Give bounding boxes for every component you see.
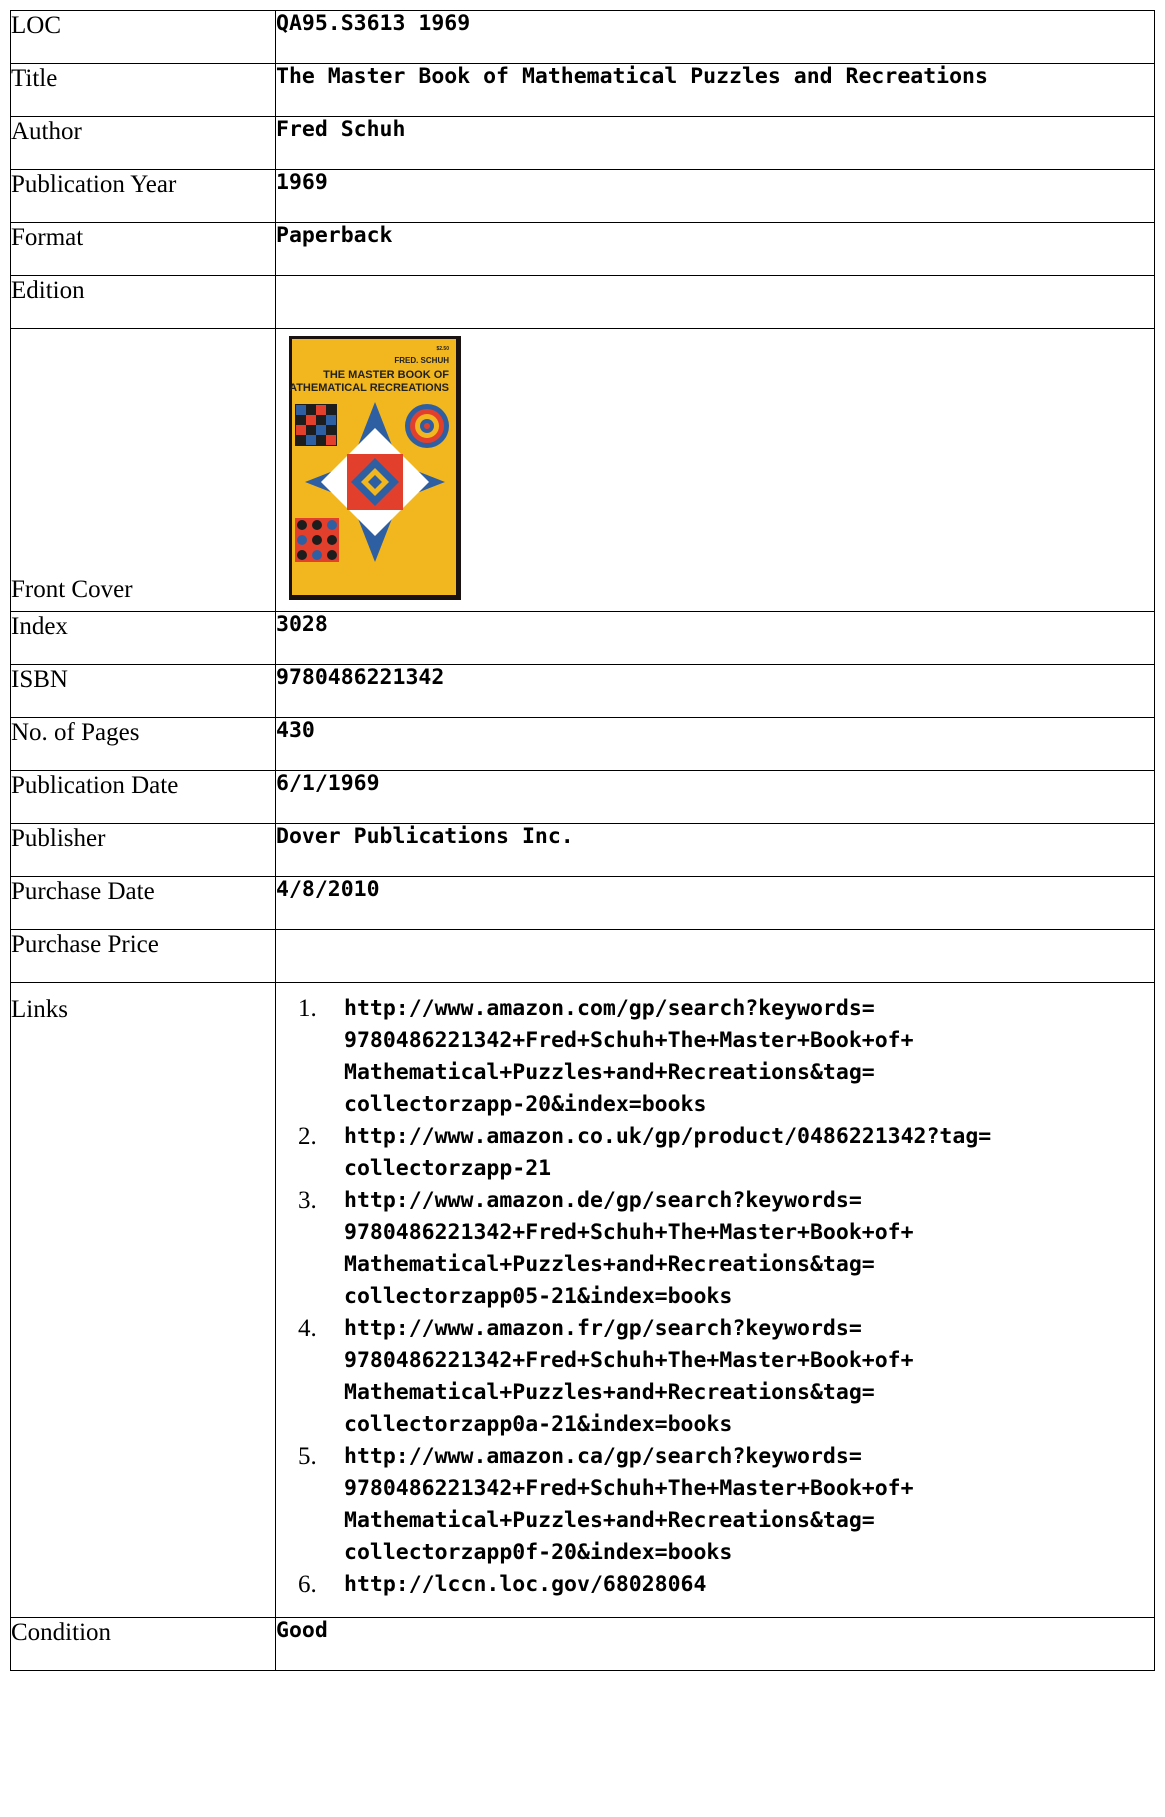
label-loc: LOC xyxy=(10,10,276,64)
link-item[interactable]: 4. http://www.amazon.fr/gp/search?keywor… xyxy=(276,1313,1154,1441)
link-text-line[interactable]: http://www.amazon.de/gp/search?keywords= xyxy=(344,1185,1154,1217)
value-title: The Master Book of Mathematical Puzzles … xyxy=(275,63,1155,117)
label-purchase-price: Purchase Price xyxy=(10,929,276,983)
value-purchase-date: 4/8/2010 xyxy=(275,876,1155,930)
label-links: Links xyxy=(10,982,276,1618)
row-isbn: ISBN 9780486221342 xyxy=(10,664,1155,718)
row-author: Author Fred Schuh xyxy=(10,116,1155,170)
link-text-line[interactable]: http://www.amazon.ca/gp/search?keywords= xyxy=(344,1441,1154,1473)
link-text-line[interactable]: http://www.amazon.com/gp/search?keywords… xyxy=(344,993,1154,1025)
value-format: Paperback xyxy=(275,222,1155,276)
row-purchase-date: Purchase Date 4/8/2010 xyxy=(10,876,1155,930)
label-publication-year: Publication Year xyxy=(10,169,276,223)
cover-title-line2: MATHEMATICAL RECREATIONS xyxy=(289,382,449,394)
front-cover-cell: $2.50 FRED. SCHUH THE MASTER BOOK OF MAT… xyxy=(275,328,1155,612)
label-author: Author xyxy=(10,116,276,170)
links-cell: 1. http://www.amazon.com/gp/search?keywo… xyxy=(275,982,1155,1618)
value-isbn: 9780486221342 xyxy=(275,664,1155,718)
book-record-table: LOC QA95.S3613 1969 Title The Master Boo… xyxy=(10,10,1155,1671)
link-text-line[interactable]: Mathematical+Puzzles+and+Recreations&tag… xyxy=(344,1057,1154,1089)
label-publication-date: Publication Date xyxy=(10,770,276,824)
links-list: 1. http://www.amazon.com/gp/search?keywo… xyxy=(276,993,1154,1601)
link-number: 2. xyxy=(298,1123,317,1150)
link-text-line[interactable]: collectorzapp05-21&index=books xyxy=(344,1281,1154,1313)
value-author: Fred Schuh xyxy=(275,116,1155,170)
value-publication-year: 1969 xyxy=(275,169,1155,223)
link-text-line[interactable]: 9780486221342+Fred+Schuh+The+Master+Book… xyxy=(344,1473,1154,1505)
link-text-line[interactable]: http://www.amazon.fr/gp/search?keywords= xyxy=(344,1313,1154,1345)
cover-grid-topleft xyxy=(295,404,337,446)
link-item[interactable]: 3. http://www.amazon.de/gp/search?keywor… xyxy=(276,1185,1154,1313)
row-purchase-price: Purchase Price xyxy=(10,929,1155,983)
link-number: 5. xyxy=(298,1443,317,1470)
row-links: Links 1. http://www.amazon.com/gp/search… xyxy=(10,982,1155,1618)
link-text-line[interactable]: collectorzapp0a-21&index=books xyxy=(344,1409,1154,1441)
cover-target-circle xyxy=(405,404,449,448)
label-edition: Edition xyxy=(10,275,276,329)
value-purchase-price xyxy=(275,929,1155,983)
label-purchase-date: Purchase Date xyxy=(10,876,276,930)
row-edition: Edition xyxy=(10,275,1155,329)
cover-author: FRED. SCHUH xyxy=(394,356,449,365)
cover-grid-bottomleft xyxy=(295,518,339,562)
label-index: Index xyxy=(10,611,276,665)
value-index: 3028 xyxy=(275,611,1155,665)
label-title: Title xyxy=(10,63,276,117)
label-isbn: ISBN xyxy=(10,664,276,718)
link-text-line[interactable]: 9780486221342+Fred+Schuh+The+Master+Book… xyxy=(344,1025,1154,1057)
link-text-line[interactable]: collectorzapp0f-20&index=books xyxy=(344,1537,1154,1569)
row-publication-date: Publication Date 6/1/1969 xyxy=(10,770,1155,824)
row-title: Title The Master Book of Mathematical Pu… xyxy=(10,63,1155,117)
link-number: 6. xyxy=(298,1571,317,1598)
label-format: Format xyxy=(10,222,276,276)
link-text-line[interactable]: 9780486221342+Fred+Schuh+The+Master+Book… xyxy=(344,1217,1154,1249)
cover-title-line1: THE MASTER BOOK OF xyxy=(323,369,449,381)
row-publisher: Publisher Dover Publications Inc. xyxy=(10,823,1155,877)
link-number: 4. xyxy=(298,1315,317,1342)
value-pages: 430 xyxy=(275,717,1155,771)
row-publication-year: Publication Year 1969 xyxy=(10,169,1155,223)
link-item[interactable]: 5. http://www.amazon.ca/gp/search?keywor… xyxy=(276,1441,1154,1569)
value-publication-date: 6/1/1969 xyxy=(275,770,1155,824)
label-publisher: Publisher xyxy=(10,823,276,877)
link-number: 1. xyxy=(298,995,317,1022)
label-condition: Condition xyxy=(10,1617,276,1671)
cover-price: $2.50 xyxy=(436,346,449,352)
label-front-cover: Front Cover xyxy=(10,328,276,612)
value-condition: Good xyxy=(275,1617,1155,1671)
link-item[interactable]: 2. http://www.amazon.co.uk/gp/product/04… xyxy=(276,1121,1154,1185)
value-edition xyxy=(275,275,1155,329)
row-index: Index 3028 xyxy=(10,611,1155,665)
label-pages: No. of Pages xyxy=(10,717,276,771)
link-text-line[interactable]: 9780486221342+Fred+Schuh+The+Master+Book… xyxy=(344,1345,1154,1377)
row-condition: Condition Good xyxy=(10,1617,1155,1671)
link-text-line[interactable]: Mathematical+Puzzles+and+Recreations&tag… xyxy=(344,1249,1154,1281)
link-item[interactable]: 1. http://www.amazon.com/gp/search?keywo… xyxy=(276,993,1154,1121)
link-text-line[interactable]: collectorzapp-21 xyxy=(344,1153,1154,1185)
front-cover-image: $2.50 FRED. SCHUH THE MASTER BOOK OF MAT… xyxy=(289,336,461,600)
link-item[interactable]: 6. http://lccn.loc.gov/68028064 xyxy=(276,1569,1154,1601)
link-text-line[interactable]: Mathematical+Puzzles+and+Recreations&tag… xyxy=(344,1505,1154,1537)
link-text-line[interactable]: http://www.amazon.co.uk/gp/product/04862… xyxy=(344,1121,1154,1153)
link-text-line[interactable]: Mathematical+Puzzles+and+Recreations&tag… xyxy=(344,1377,1154,1409)
row-format: Format Paperback xyxy=(10,222,1155,276)
row-pages: No. of Pages 430 xyxy=(10,717,1155,771)
row-loc: LOC QA95.S3613 1969 xyxy=(10,10,1155,64)
link-text-line[interactable]: collectorzapp-20&index=books xyxy=(344,1089,1154,1121)
value-loc: QA95.S3613 1969 xyxy=(275,10,1155,64)
row-front-cover: Front Cover $2.50 FRED. SCHUH THE MASTER… xyxy=(10,328,1155,612)
value-publisher: Dover Publications Inc. xyxy=(275,823,1155,877)
link-text-line[interactable]: http://lccn.loc.gov/68028064 xyxy=(344,1569,1154,1601)
link-number: 3. xyxy=(298,1187,317,1214)
